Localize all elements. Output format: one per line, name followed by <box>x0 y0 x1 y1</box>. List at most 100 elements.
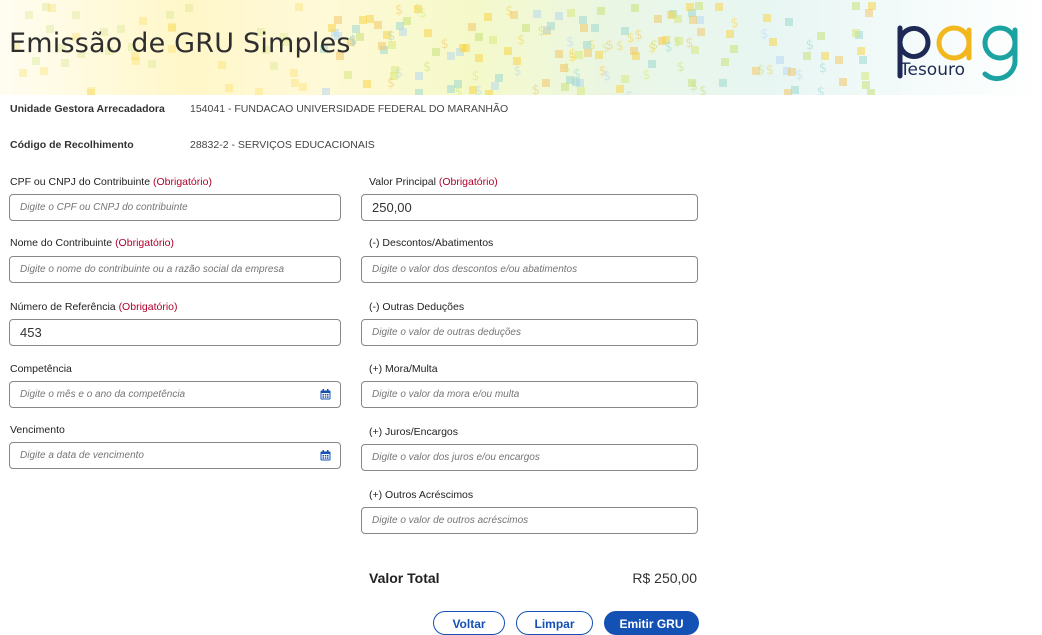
decor-dollar-icon: $ <box>634 27 643 43</box>
descontos-input[interactable] <box>361 256 698 283</box>
decor-square <box>630 4 639 13</box>
decor-dollar-icon: $ <box>454 85 463 95</box>
decor-dollar-icon: $ <box>664 39 673 55</box>
decor-dollar-icon: $ <box>605 38 614 54</box>
decor-square <box>802 52 811 61</box>
decor-square <box>576 87 585 95</box>
decor-square <box>484 12 493 21</box>
decor-dollar-icon: $ <box>699 83 708 95</box>
decor-square <box>630 47 639 56</box>
decor-square <box>862 80 871 89</box>
decor-square <box>674 36 683 45</box>
decor-square <box>185 4 194 13</box>
voltar-button[interactable]: Voltar <box>433 611 505 635</box>
decor-square <box>674 14 683 23</box>
decor-square <box>851 2 860 11</box>
decor-square <box>580 24 589 33</box>
decor-square <box>696 15 705 24</box>
decor-dollar-icon: $ <box>795 68 804 84</box>
decor-square <box>39 66 48 75</box>
decor-square <box>790 85 799 94</box>
decor-square <box>714 3 723 12</box>
required-tag: (Obrigatório) <box>153 176 212 188</box>
decor-square <box>491 81 500 90</box>
decor-square <box>532 9 541 18</box>
calendar-icon[interactable] <box>320 450 331 461</box>
decor-square <box>817 32 826 41</box>
decor-square <box>446 51 455 60</box>
acrescimos-input[interactable] <box>361 507 698 534</box>
decor-dollar-icon: $ <box>685 36 694 52</box>
decor-dollar-icon: $ <box>676 59 685 75</box>
decor-square <box>591 24 600 33</box>
decor-square <box>697 28 706 37</box>
decor-square <box>653 14 662 23</box>
vencimento-input[interactable] <box>9 442 341 469</box>
decor-square <box>494 73 503 82</box>
nome-label-text: Nome do Contribuinte <box>10 237 113 249</box>
decor-square <box>322 88 331 95</box>
acrescimos-label: (+) Outros Acréscimos <box>369 489 474 501</box>
decor-square <box>721 58 730 67</box>
calendar-icon[interactable] <box>320 389 331 400</box>
ug-value: 154041 - FUNDACAO UNIVERSIDADE FEDERAL D… <box>190 103 509 115</box>
mora-input[interactable] <box>361 381 698 408</box>
decor-square <box>398 28 407 37</box>
valor-principal-input[interactable] <box>361 194 698 221</box>
decor-dollar-icon: $ <box>394 3 404 19</box>
decor-square <box>165 10 174 19</box>
decor-square <box>867 88 876 95</box>
emitir-gru-button[interactable]: Emitir GRU <box>604 611 699 635</box>
decor-square <box>270 61 279 70</box>
cpf-input[interactable] <box>9 194 341 221</box>
deducoes-input[interactable] <box>361 319 698 346</box>
decor-square <box>787 67 796 76</box>
decor-square <box>648 60 657 69</box>
decor-square <box>458 44 467 53</box>
decor-square <box>351 24 360 33</box>
nome-label: Nome do Contribuinte (Obrigatório) <box>10 237 174 249</box>
valor-principal-label-text: Valor Principal <box>369 176 436 188</box>
decor-square <box>298 82 307 91</box>
referencia-input[interactable] <box>9 319 341 346</box>
decor-square <box>374 20 383 29</box>
decor-square <box>403 16 412 25</box>
decor-dollar-icon: $ <box>760 26 769 42</box>
juros-input[interactable] <box>361 444 698 471</box>
competencia-label: Competência <box>10 363 72 375</box>
decor-dollar-icon: $ <box>474 83 483 95</box>
decor-dollar-icon: $ <box>625 89 633 95</box>
decor-dollar-icon: $ <box>471 69 480 85</box>
decor-square <box>688 78 697 87</box>
deducoes-label: (-) Outras Deduções <box>369 301 465 313</box>
decor-square <box>424 28 433 37</box>
cpf-label-text: CPF ou CNPJ do Contribuinte <box>10 176 151 188</box>
limpar-button[interactable]: Limpar <box>516 611 593 635</box>
nome-input[interactable] <box>9 256 341 283</box>
decor-square <box>488 35 497 44</box>
competencia-input[interactable] <box>9 381 341 408</box>
decor-square <box>615 84 624 93</box>
decor-square <box>47 4 56 13</box>
decor-square <box>484 89 493 95</box>
decor-square <box>291 79 300 88</box>
required-tag: (Obrigatório) <box>438 176 498 188</box>
decor-dollar-icon: $ <box>531 83 540 95</box>
decor-dollar-icon: $ <box>386 76 396 92</box>
codigo-label: Código de Recolhimento <box>10 139 134 151</box>
decor-square <box>18 69 27 78</box>
decor-square <box>620 26 629 35</box>
decor-square <box>138 17 147 26</box>
decor-square <box>147 59 156 68</box>
decor-square <box>762 14 771 23</box>
decor-square <box>554 50 563 59</box>
decor-dollar-icon: $ <box>765 62 775 78</box>
decor-square <box>776 56 785 65</box>
vencimento-label: Vencimento <box>10 424 65 436</box>
decor-dollar-icon: $ <box>615 39 625 55</box>
decor-square <box>582 40 591 49</box>
decor-square <box>851 28 860 37</box>
decor-dollar-icon: $ <box>413 2 422 18</box>
decor-square <box>432 48 441 57</box>
decor-square <box>344 71 353 80</box>
